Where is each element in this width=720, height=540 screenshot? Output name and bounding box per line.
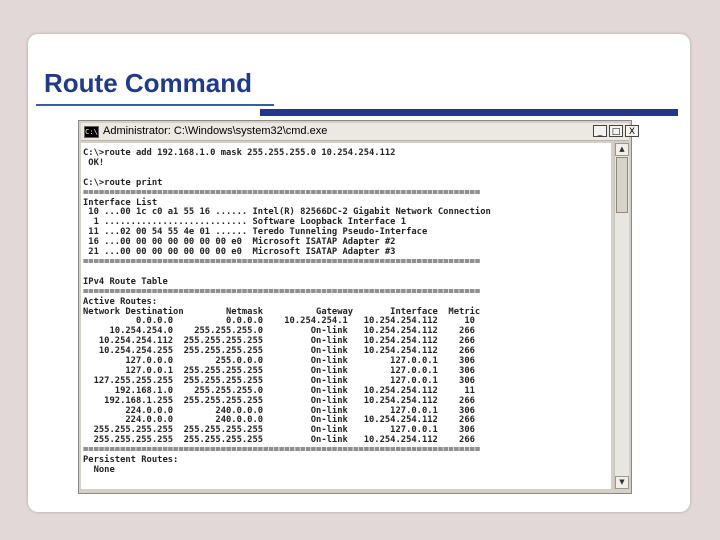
window-title: Administrator: C:\Windows\system32\cmd.e… bbox=[103, 125, 328, 137]
minimize-button[interactable]: _ bbox=[593, 125, 607, 137]
vertical-scrollbar[interactable]: ▲ ▼ bbox=[614, 143, 629, 489]
maximize-button[interactable]: □ bbox=[609, 125, 623, 137]
close-button[interactable]: X bbox=[625, 125, 639, 137]
scroll-up-arrow-icon[interactable]: ▲ bbox=[615, 143, 629, 156]
cmd-window: C:\ Administrator: C:\Windows\system32\c… bbox=[78, 120, 639, 494]
slide-title: Route Command bbox=[44, 68, 252, 98]
cmd-app-icon[interactable]: C:\ bbox=[84, 126, 99, 138]
scroll-down-arrow-icon[interactable]: ▼ bbox=[615, 476, 629, 489]
scrollbar-thumb[interactable] bbox=[616, 157, 628, 213]
console-output-text: C:\>route add 192.168.1.0 mask 255.255.2… bbox=[83, 148, 491, 475]
title-underline bbox=[36, 104, 274, 106]
title-divider-bar bbox=[260, 109, 678, 116]
console-output-area[interactable]: C:\>route add 192.168.1.0 mask 255.255.2… bbox=[81, 143, 611, 489]
window-titlebar[interactable]: C:\ Administrator: C:\Windows\system32\c… bbox=[81, 123, 639, 141]
